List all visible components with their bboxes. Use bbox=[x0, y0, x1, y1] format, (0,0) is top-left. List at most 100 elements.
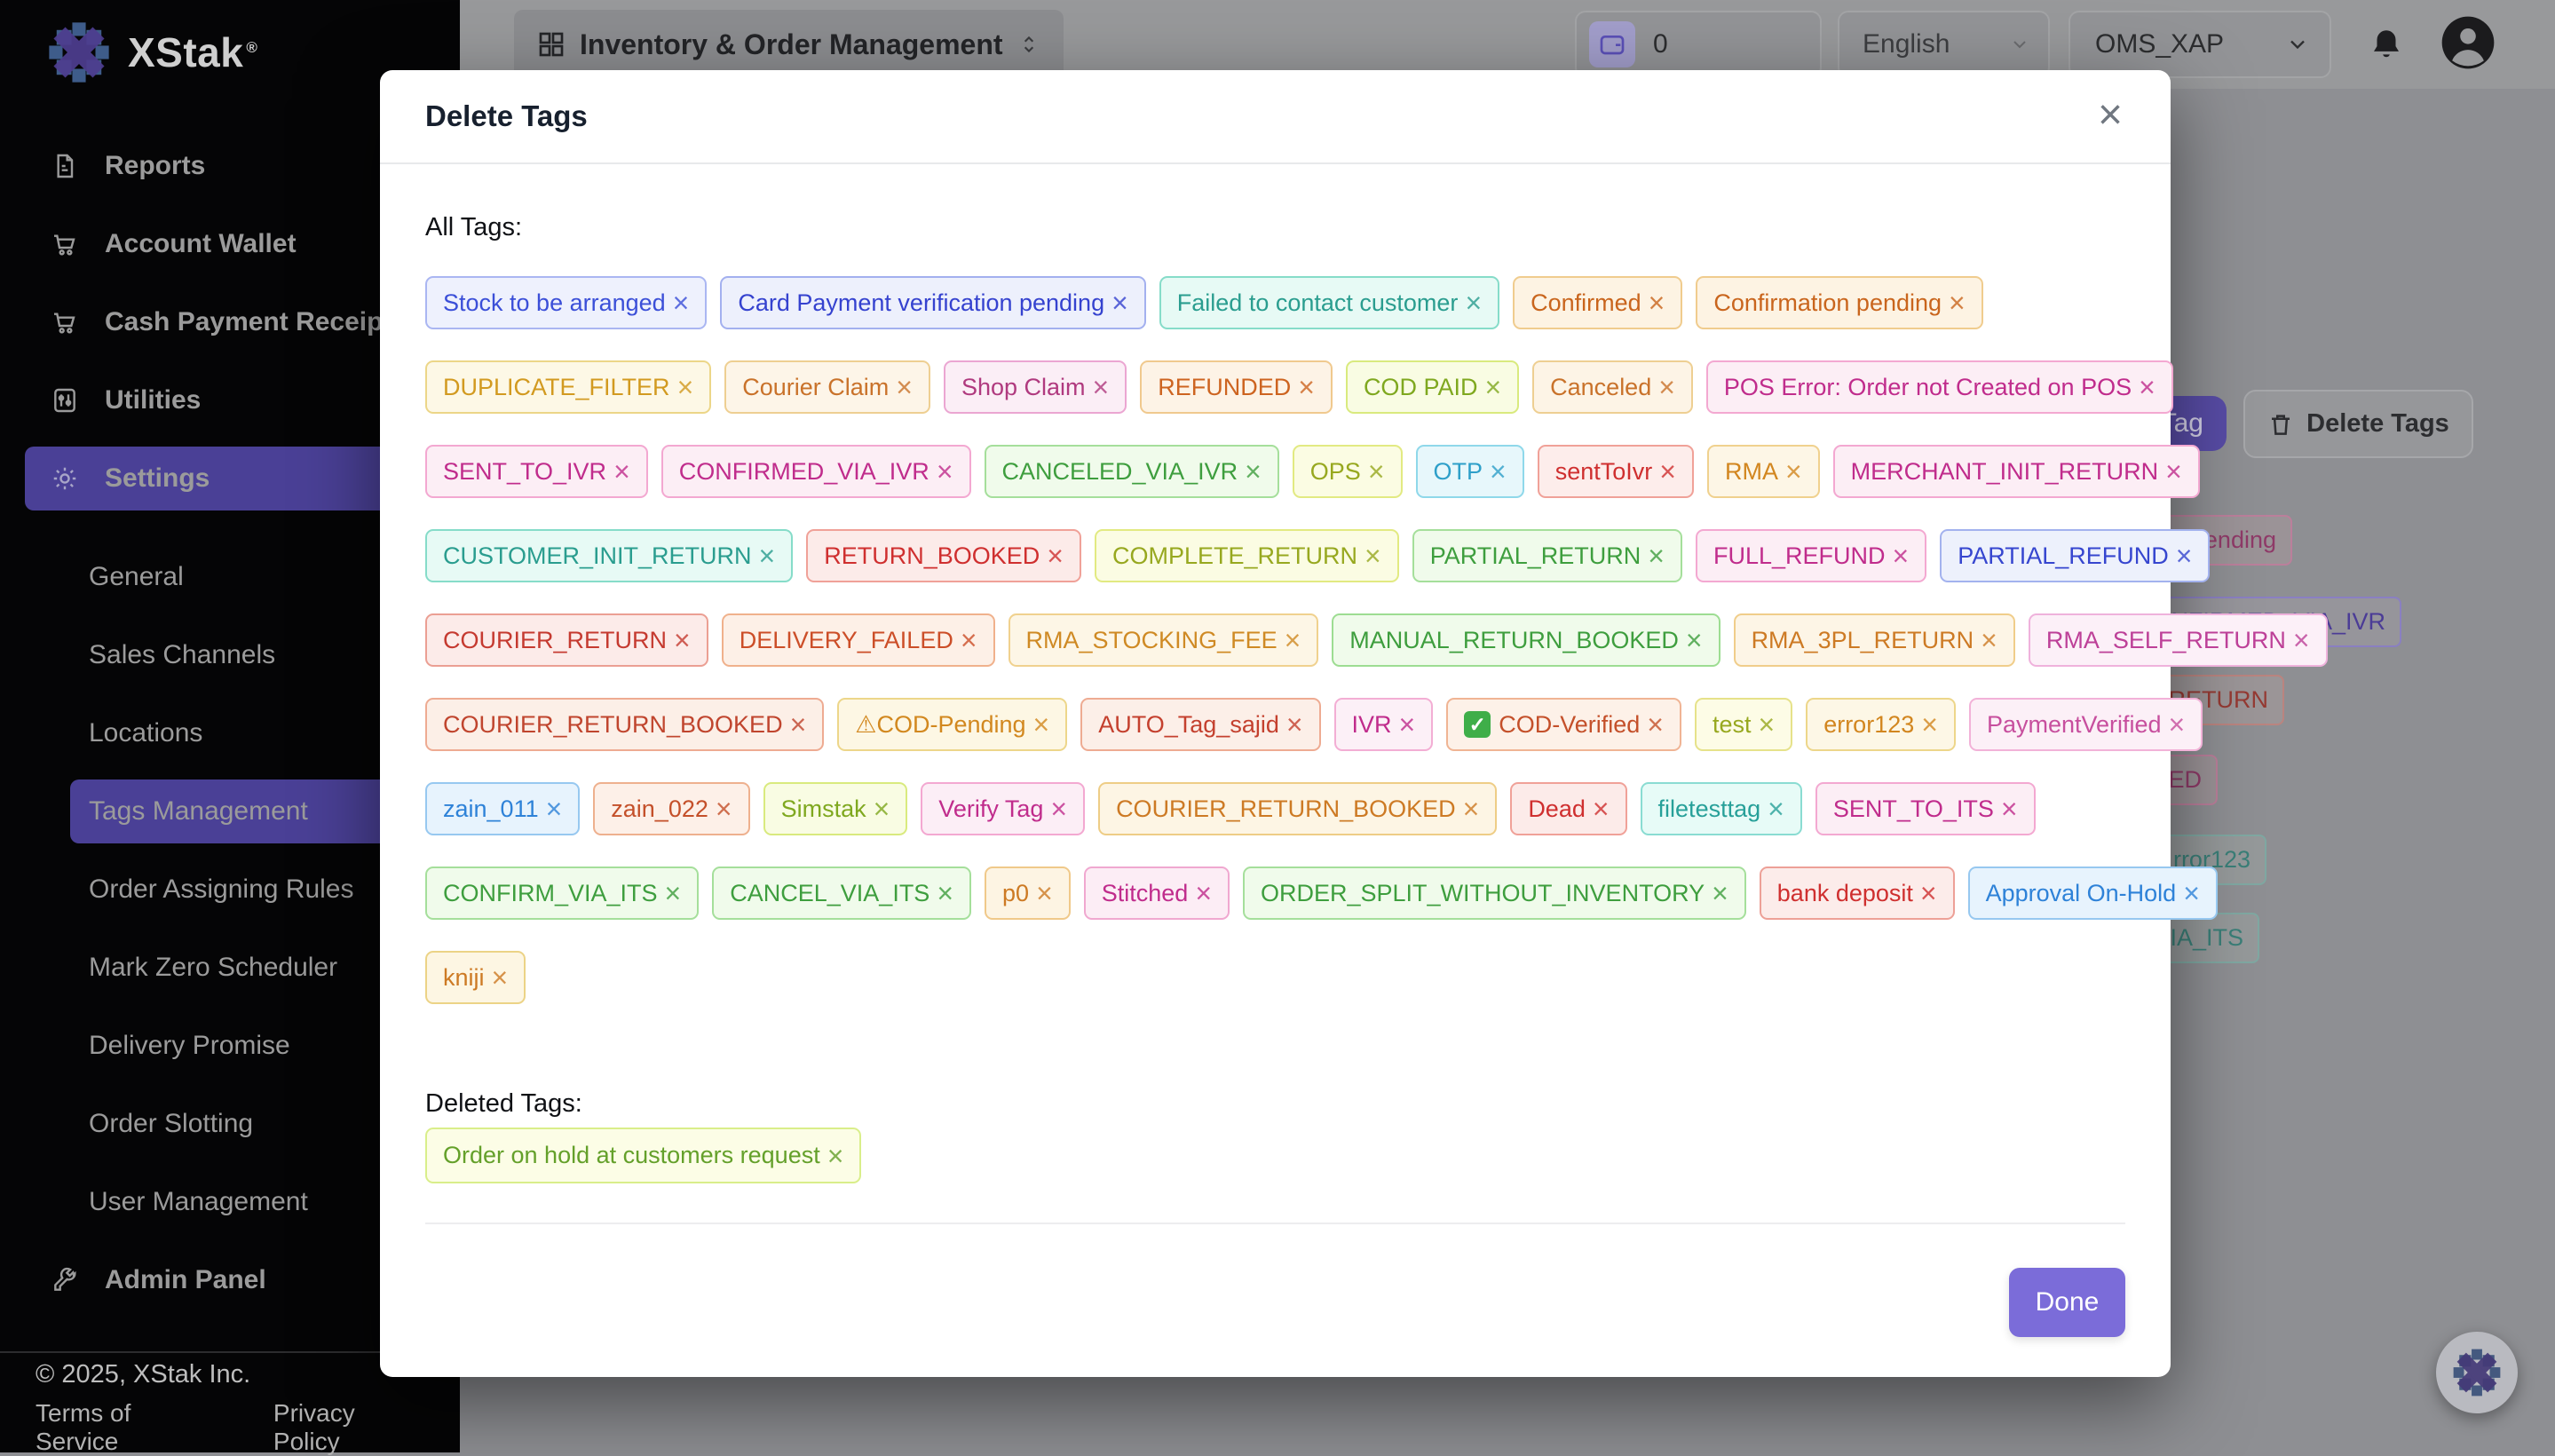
tag-remove-icon[interactable]: × bbox=[1111, 289, 1128, 317]
tag-chip[interactable]: AUTO_Tag_sajid× bbox=[1080, 698, 1320, 751]
tag-chip[interactable]: COURIER_RETURN_BOOKED× bbox=[425, 698, 824, 751]
tag-remove-icon[interactable]: × bbox=[673, 289, 690, 317]
tag-remove-icon[interactable]: × bbox=[1399, 710, 1416, 739]
tag-remove-icon[interactable]: × bbox=[1686, 626, 1703, 654]
tag-remove-icon[interactable]: × bbox=[1785, 457, 1802, 486]
tag-remove-icon[interactable]: × bbox=[665, 879, 682, 907]
tag-chip[interactable]: RMA× bbox=[1707, 445, 1820, 498]
tag-chip[interactable]: CONFIRMED_VIA_IVR× bbox=[661, 445, 971, 498]
tag-chip[interactable]: Verify Tag× bbox=[921, 782, 1085, 835]
tag-chip[interactable]: zain_022× bbox=[593, 782, 749, 835]
tag-remove-icon[interactable]: × bbox=[613, 457, 630, 486]
tag-remove-icon[interactable]: × bbox=[2169, 710, 2186, 739]
tag-chip[interactable]: ✓COD-Verified× bbox=[1446, 698, 1681, 751]
tag-remove-icon[interactable]: × bbox=[874, 795, 890, 823]
privacy-policy-link[interactable]: Privacy Policy bbox=[273, 1399, 426, 1456]
tag-chip[interactable]: FULL_REFUND× bbox=[1696, 529, 1926, 582]
tag-remove-icon[interactable]: × bbox=[790, 710, 807, 739]
tag-remove-icon[interactable]: × bbox=[1893, 542, 1910, 570]
tag-chip[interactable]: DELIVERY_FAILED× bbox=[722, 613, 995, 667]
tag-remove-icon[interactable]: × bbox=[1981, 626, 1997, 654]
tag-remove-icon[interactable]: × bbox=[2139, 373, 2156, 401]
tag-chip[interactable]: PARTIAL_RETURN× bbox=[1412, 529, 1682, 582]
tag-chip[interactable]: RETURN_BOOKED× bbox=[806, 529, 1081, 582]
tag-chip[interactable]: Canceled× bbox=[1532, 360, 1693, 414]
tag-remove-icon[interactable]: × bbox=[546, 795, 563, 823]
tag-chip[interactable]: Simstak× bbox=[763, 782, 908, 835]
tag-chip[interactable]: MANUAL_RETURN_BOOKED× bbox=[1332, 613, 1720, 667]
tag-chip[interactable]: Failed to contact customer× bbox=[1159, 276, 1499, 329]
tag-remove-icon[interactable]: × bbox=[1768, 795, 1784, 823]
tag-remove-icon[interactable]: × bbox=[896, 373, 913, 401]
tag-remove-icon[interactable]: × bbox=[2293, 626, 2310, 654]
tag-remove-icon[interactable]: × bbox=[674, 626, 691, 654]
tag-chip[interactable]: SENT_TO_ITS× bbox=[1815, 782, 2036, 835]
tag-chip[interactable]: Card Payment verification pending× bbox=[720, 276, 1145, 329]
tag-remove-icon[interactable]: × bbox=[1195, 879, 1212, 907]
tag-chip[interactable]: CONFIRM_VIA_ITS× bbox=[425, 866, 699, 920]
tag-remove-icon[interactable]: × bbox=[677, 373, 694, 401]
tag-remove-icon[interactable]: × bbox=[1047, 542, 1064, 570]
tag-remove-icon[interactable]: × bbox=[492, 963, 509, 992]
tag-remove-icon[interactable]: × bbox=[1490, 457, 1507, 486]
tag-chip[interactable]: Approval On-Hold× bbox=[1968, 866, 2218, 920]
tag-remove-icon[interactable]: × bbox=[1759, 710, 1776, 739]
tag-chip[interactable]: Order on hold at customers request× bbox=[425, 1128, 861, 1183]
tag-chip[interactable]: COMPLETE_RETURN× bbox=[1095, 529, 1399, 582]
tag-chip[interactable]: test× bbox=[1695, 698, 1792, 751]
tag-remove-icon[interactable]: × bbox=[1484, 373, 1501, 401]
tag-chip[interactable]: COD PAID× bbox=[1346, 360, 1519, 414]
tag-chip[interactable]: IVR× bbox=[1334, 698, 1434, 751]
tag-remove-icon[interactable]: × bbox=[1285, 626, 1301, 654]
tag-chip[interactable]: RMA_3PL_RETURN× bbox=[1734, 613, 2015, 667]
tag-remove-icon[interactable]: × bbox=[1463, 795, 1480, 823]
tag-remove-icon[interactable]: × bbox=[1368, 457, 1385, 486]
tag-chip[interactable]: SENT_TO_IVR× bbox=[425, 445, 648, 498]
tag-remove-icon[interactable]: × bbox=[1050, 795, 1067, 823]
tag-remove-icon[interactable]: × bbox=[827, 1142, 844, 1170]
tag-chip[interactable]: COURIER_RETURN_BOOKED× bbox=[1098, 782, 1497, 835]
tag-remove-icon[interactable]: × bbox=[1033, 710, 1050, 739]
tag-chip[interactable]: kniji× bbox=[425, 951, 526, 1004]
tag-chip[interactable]: zain_011× bbox=[425, 782, 580, 835]
tag-remove-icon[interactable]: × bbox=[759, 542, 776, 570]
terms-of-service-link[interactable]: Terms of Service bbox=[36, 1399, 218, 1456]
tag-remove-icon[interactable]: × bbox=[1920, 879, 1937, 907]
tag-chip[interactable]: filetesttag× bbox=[1641, 782, 1802, 835]
tag-remove-icon[interactable]: × bbox=[1298, 373, 1315, 401]
tag-chip[interactable]: CUSTOMER_INIT_RETURN× bbox=[425, 529, 793, 582]
tag-chip[interactable]: MERCHANT_INIT_RETURN× bbox=[1833, 445, 2200, 498]
tag-chip[interactable]: Confirmation pending× bbox=[1696, 276, 1982, 329]
tag-chip[interactable]: p0× bbox=[985, 866, 1071, 920]
tag-remove-icon[interactable]: × bbox=[2183, 879, 2200, 907]
tag-remove-icon[interactable]: × bbox=[961, 626, 977, 654]
tag-remove-icon[interactable]: × bbox=[1659, 457, 1676, 486]
tag-remove-icon[interactable]: × bbox=[1921, 710, 1938, 739]
tag-remove-icon[interactable]: × bbox=[1093, 373, 1110, 401]
sidebar-item-settings[interactable]: Settings bbox=[25, 447, 407, 510]
tag-remove-icon[interactable]: × bbox=[716, 795, 732, 823]
tag-chip[interactable]: OTP× bbox=[1416, 445, 1524, 498]
tag-remove-icon[interactable]: × bbox=[937, 879, 953, 907]
tag-chip[interactable]: RMA_SELF_RETURN× bbox=[2029, 613, 2328, 667]
tag-remove-icon[interactable]: × bbox=[1245, 457, 1262, 486]
tag-remove-icon[interactable]: × bbox=[1647, 710, 1664, 739]
tag-remove-icon[interactable]: × bbox=[1648, 542, 1665, 570]
tag-chip[interactable]: CANCEL_VIA_ITS× bbox=[712, 866, 971, 920]
tag-chip[interactable]: REFUNDED× bbox=[1140, 360, 1333, 414]
tag-remove-icon[interactable]: × bbox=[1593, 795, 1610, 823]
tag-remove-icon[interactable]: × bbox=[1712, 879, 1728, 907]
tag-chip[interactable]: PaymentVerified× bbox=[1969, 698, 2203, 751]
tag-remove-icon[interactable]: × bbox=[1465, 289, 1482, 317]
tag-chip[interactable]: Stock to be arranged× bbox=[425, 276, 707, 329]
tag-chip[interactable]: error123× bbox=[1806, 698, 1956, 751]
done-button[interactable]: Done bbox=[2009, 1268, 2125, 1337]
tag-remove-icon[interactable]: × bbox=[937, 457, 953, 486]
tag-chip[interactable]: COURIER_RETURN× bbox=[425, 613, 708, 667]
tag-remove-icon[interactable]: × bbox=[2001, 795, 2018, 823]
tag-chip[interactable]: CANCELED_VIA_IVR× bbox=[985, 445, 1279, 498]
tag-chip[interactable]: sentToIvr× bbox=[1538, 445, 1694, 498]
tag-chip[interactable]: Courier Claim× bbox=[724, 360, 930, 414]
tag-chip[interactable]: ORDER_SPLIT_WITHOUT_INVENTORY× bbox=[1243, 866, 1746, 920]
tag-chip[interactable]: Dead× bbox=[1510, 782, 1626, 835]
